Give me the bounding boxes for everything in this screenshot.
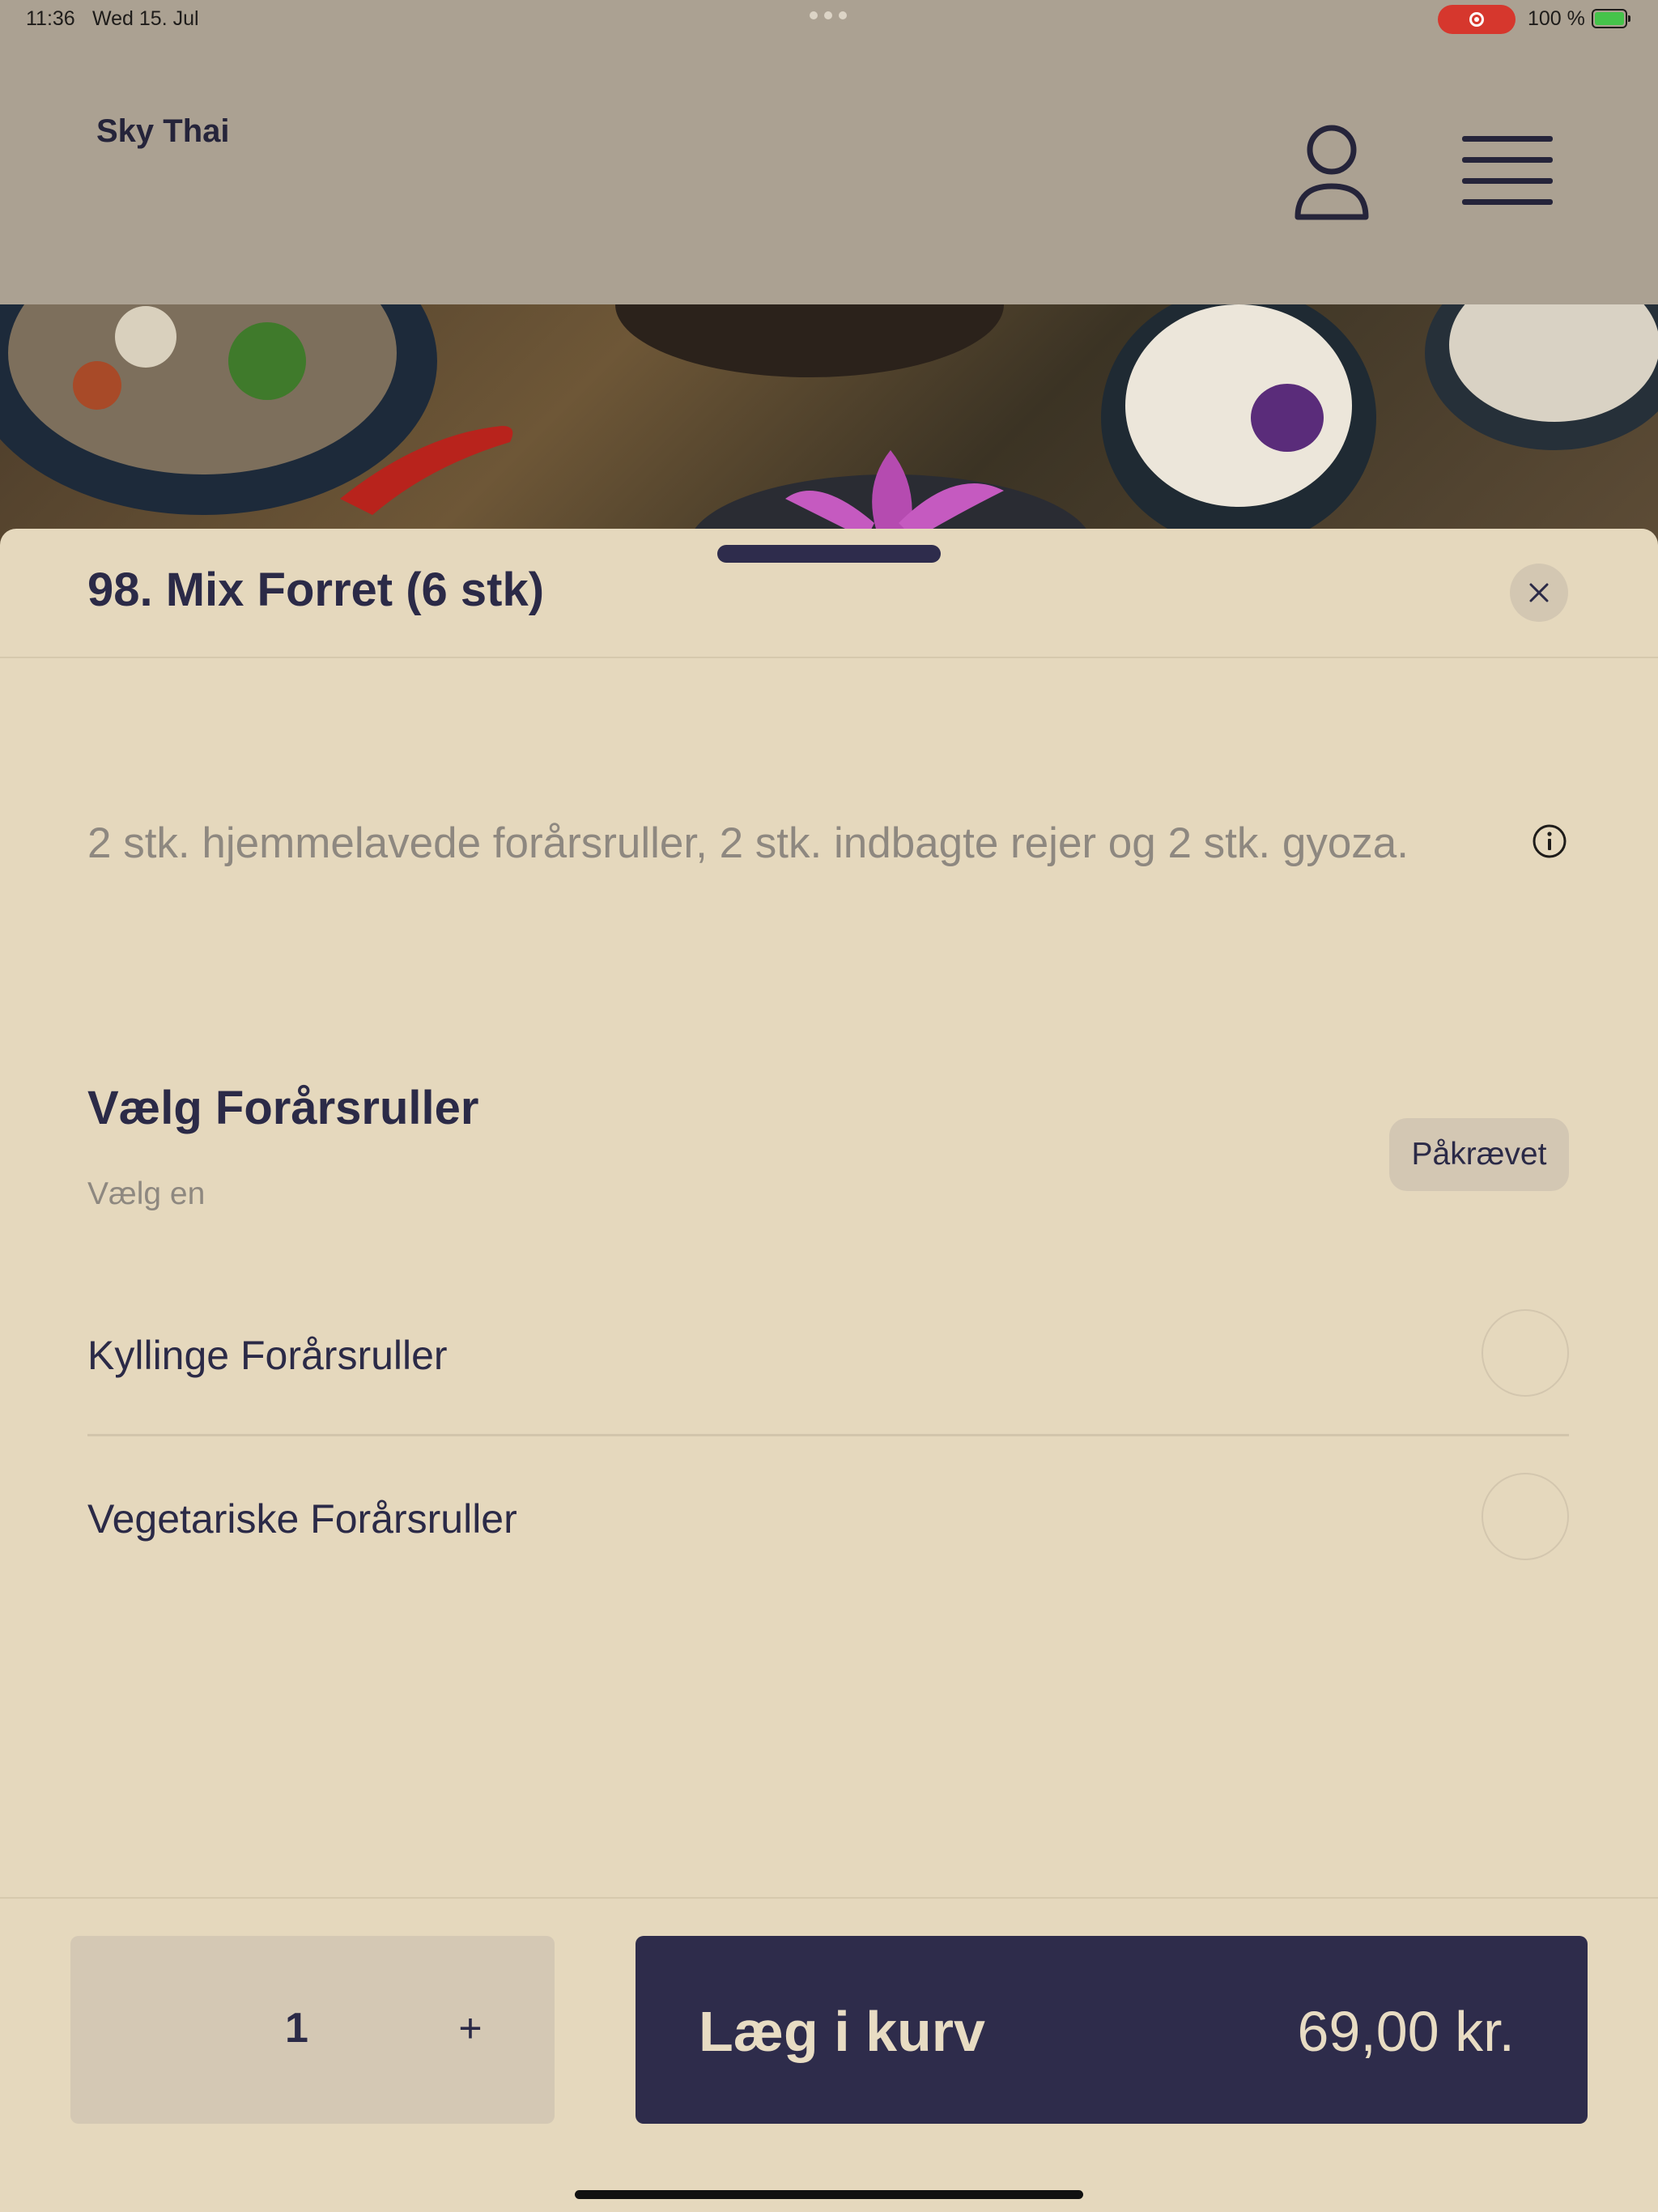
multitasking-dots-icon[interactable] — [810, 11, 847, 19]
item-description: 2 stk. hjemmelavede forårsruller, 2 stk.… — [87, 819, 1409, 867]
footer-divider — [0, 1897, 1658, 1899]
item-title: 98. Mix Forret (6 stk) — [87, 564, 545, 616]
option-group-title: Vælg Forårsruller — [87, 1082, 479, 1134]
option-group-subtitle: Vælg en — [87, 1176, 206, 1211]
quantity-value: 1 — [285, 2005, 308, 2052]
top-navigation-bar — [0, 39, 1658, 304]
screen-recording-icon[interactable] — [1438, 5, 1516, 34]
battery-icon — [1592, 9, 1630, 28]
status-date: Wed 15. Jul — [92, 7, 199, 30]
item-price: 69,00 kr. — [1297, 2000, 1515, 2063]
option-kyllinge-forarsruller[interactable]: Kyllinge Forårsruller — [87, 1304, 1569, 1402]
brand-name[interactable]: Sky Thai — [96, 113, 230, 150]
hero-food-illustration — [0, 304, 1658, 547]
hero-food-image — [0, 304, 1658, 547]
sheet-grabber-handle[interactable] — [717, 545, 941, 563]
close-button[interactable] — [1510, 564, 1568, 622]
option-label: Vegetariske Forårsruller — [87, 1496, 517, 1542]
close-icon — [1529, 583, 1549, 602]
option-radio[interactable] — [1482, 1309, 1569, 1397]
status-bar: 11:36 Wed 15. Jul 100 % — [0, 0, 1658, 39]
option-vegetariske-forarsruller[interactable]: Vegetariske Forårsruller — [87, 1468, 1569, 1565]
battery-percentage: 100 % — [1528, 7, 1585, 30]
option-divider — [87, 1434, 1569, 1436]
hamburger-menu-icon[interactable] — [1462, 130, 1553, 211]
option-label: Kyllinge Forårsruller — [87, 1333, 448, 1378]
add-to-cart-label: Læg i kurv — [699, 2000, 985, 2063]
home-indicator[interactable] — [575, 2190, 1083, 2199]
option-radio[interactable] — [1482, 1473, 1569, 1560]
required-badge: Påkrævet — [1389, 1118, 1569, 1191]
header-divider — [0, 657, 1658, 658]
status-time: 11:36 — [26, 7, 75, 30]
add-to-cart-button[interactable]: Læg i kurv 69,00 kr. — [636, 1936, 1588, 2124]
info-icon[interactable] — [1532, 823, 1567, 859]
user-icon[interactable] — [1291, 121, 1372, 223]
increase-quantity-button[interactable]: + — [454, 2005, 487, 2052]
